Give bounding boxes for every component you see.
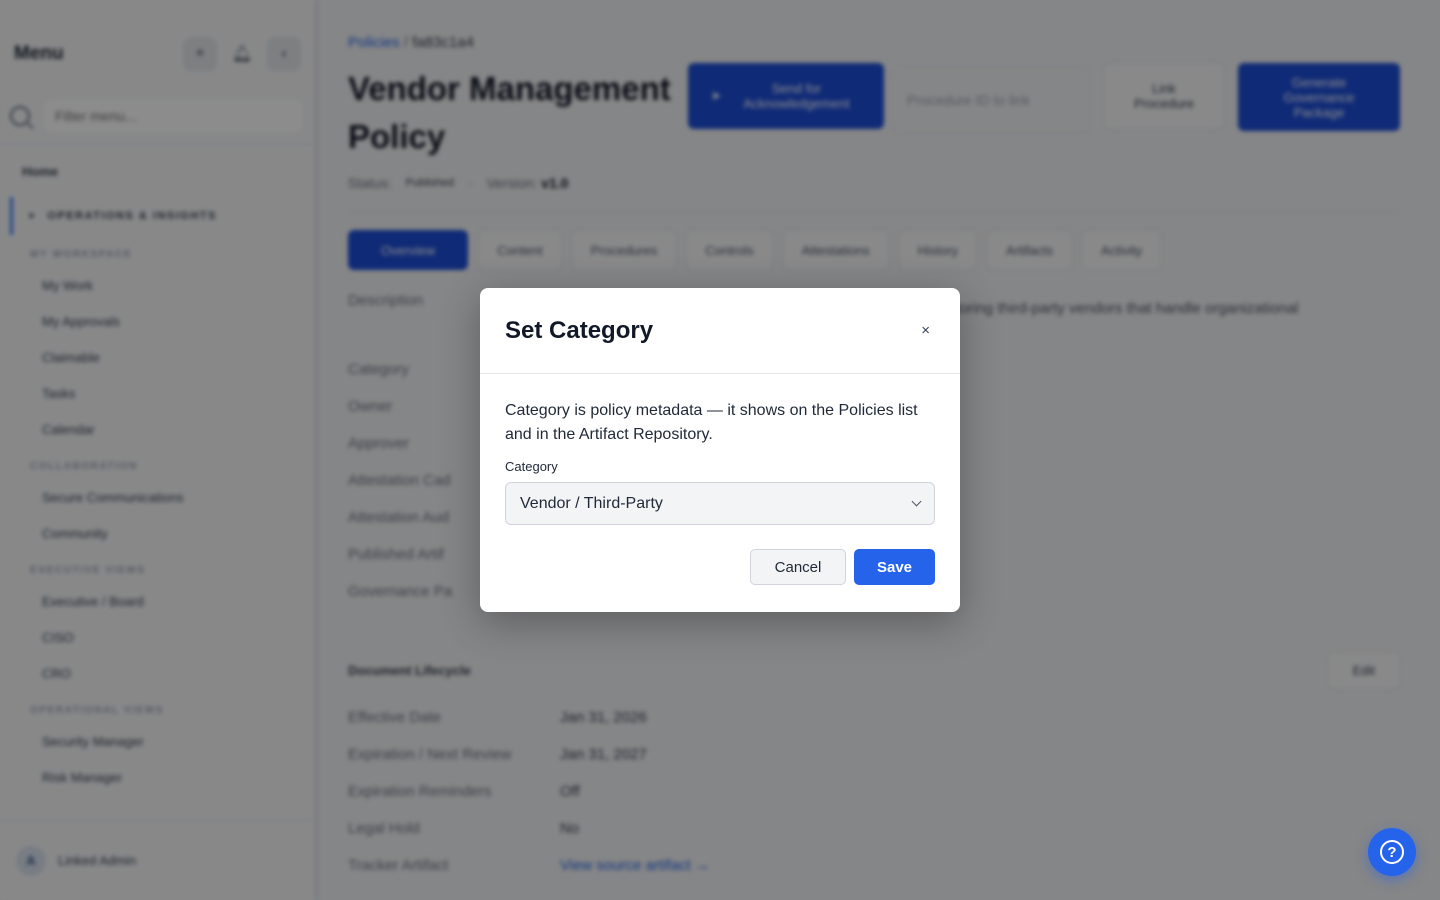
dialog-actions: Cancel Save (505, 549, 935, 585)
category-select[interactable]: Vendor / Third-Party (505, 482, 935, 525)
dialog-title: Set Category (505, 316, 654, 344)
help-button[interactable]: ? (1368, 828, 1416, 876)
save-button[interactable]: Save (854, 549, 935, 585)
cancel-button[interactable]: Cancel (750, 549, 846, 585)
category-selected-value: Vendor / Third-Party (520, 494, 663, 512)
chevron-down-icon (911, 496, 922, 507)
question-mark-icon: ? (1380, 840, 1404, 864)
set-category-dialog: Set Category × Category is policy metada… (480, 288, 960, 612)
dialog-header: Set Category × (480, 288, 960, 374)
dialog-description: Category is policy metadata — it shows o… (505, 402, 918, 443)
category-label: Category (505, 459, 558, 474)
dialog-body: Category is policy metadata — it shows o… (480, 374, 960, 585)
close-icon[interactable]: × (921, 322, 930, 339)
